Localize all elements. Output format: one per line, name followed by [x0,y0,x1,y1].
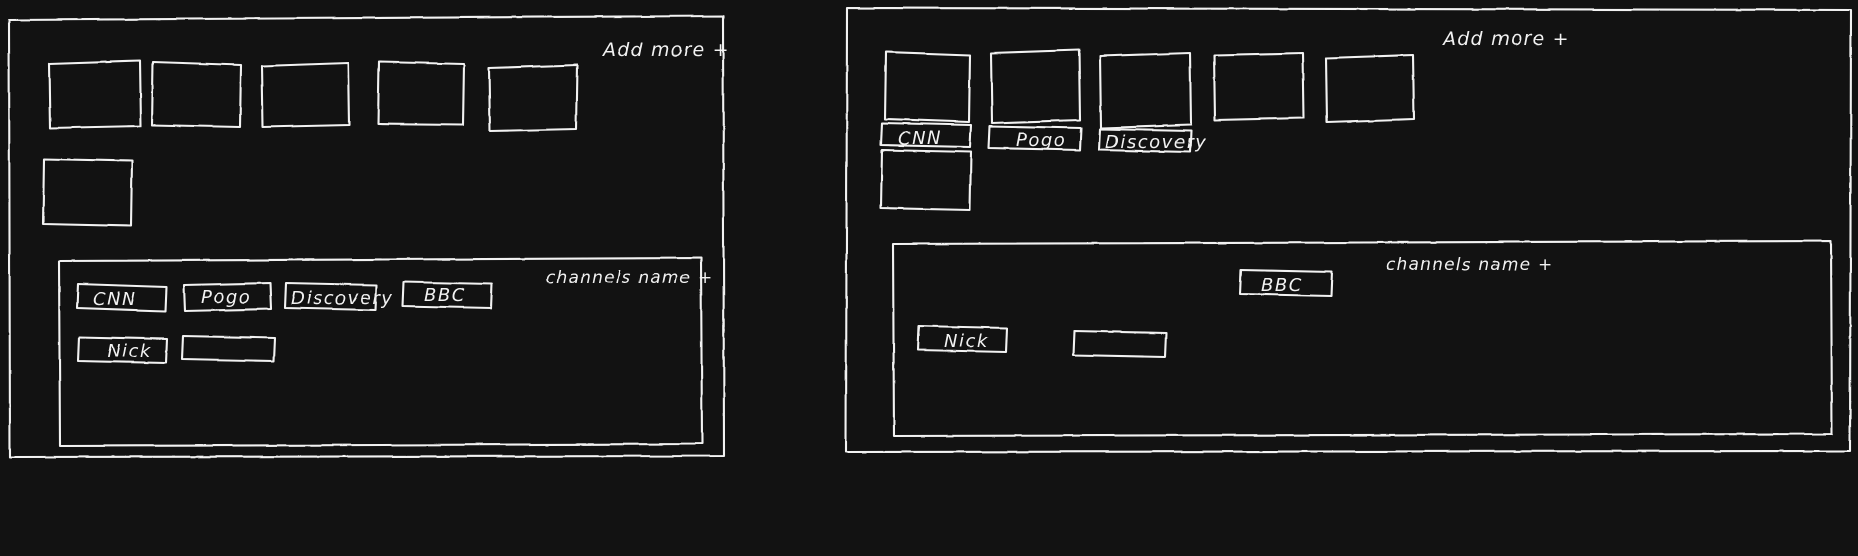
chip-nick-right[interactable] [917,325,1008,353]
chip-empty-right[interactable] [1072,330,1167,358]
channels-name-label-left[interactable]: channels name + [546,268,713,288]
thumbnail-2-right[interactable] [990,49,1081,124]
panel-right-channels-box [891,239,1834,438]
thumbnail-6-left[interactable] [43,158,133,226]
chip-nick-left[interactable] [77,336,168,364]
thumb-label-pogo-right[interactable] [988,125,1082,151]
thumbnail-1-right[interactable] [885,51,971,120]
add-more-label-left[interactable]: Add more + [601,39,730,61]
thumb-label-cnn-right[interactable] [881,122,972,148]
thumbnail-1-left[interactable] [49,61,141,128]
chip-bbc-right[interactable] [1239,269,1333,297]
chip-pogo-left[interactable] [183,282,272,312]
chip-discovery-left[interactable] [284,282,377,311]
add-more-label-right[interactable]: Add more + [1441,28,1570,50]
thumbnail-6-right[interactable] [881,149,972,211]
wireframe-canvas: Add more + channels name + CNN Pogo Disc… [0,0,1858,556]
thumbnail-5-right[interactable] [1326,54,1415,123]
thumbnail-3-left[interactable] [262,62,350,127]
thumbnail-4-left[interactable] [378,61,465,125]
chip-empty-left[interactable] [181,335,276,362]
channels-name-label-right[interactable]: channels name + [1386,255,1553,275]
chip-bbc-left[interactable] [402,281,493,309]
thumb-label-discovery-right[interactable] [1098,128,1192,154]
thumbnail-4-right[interactable] [1214,52,1305,121]
thumbnail-3-right[interactable] [1099,52,1192,129]
thumbnail-5-left[interactable] [489,64,578,131]
thumbnail-2-left[interactable] [152,61,242,127]
chip-cnn-left[interactable] [77,283,167,312]
